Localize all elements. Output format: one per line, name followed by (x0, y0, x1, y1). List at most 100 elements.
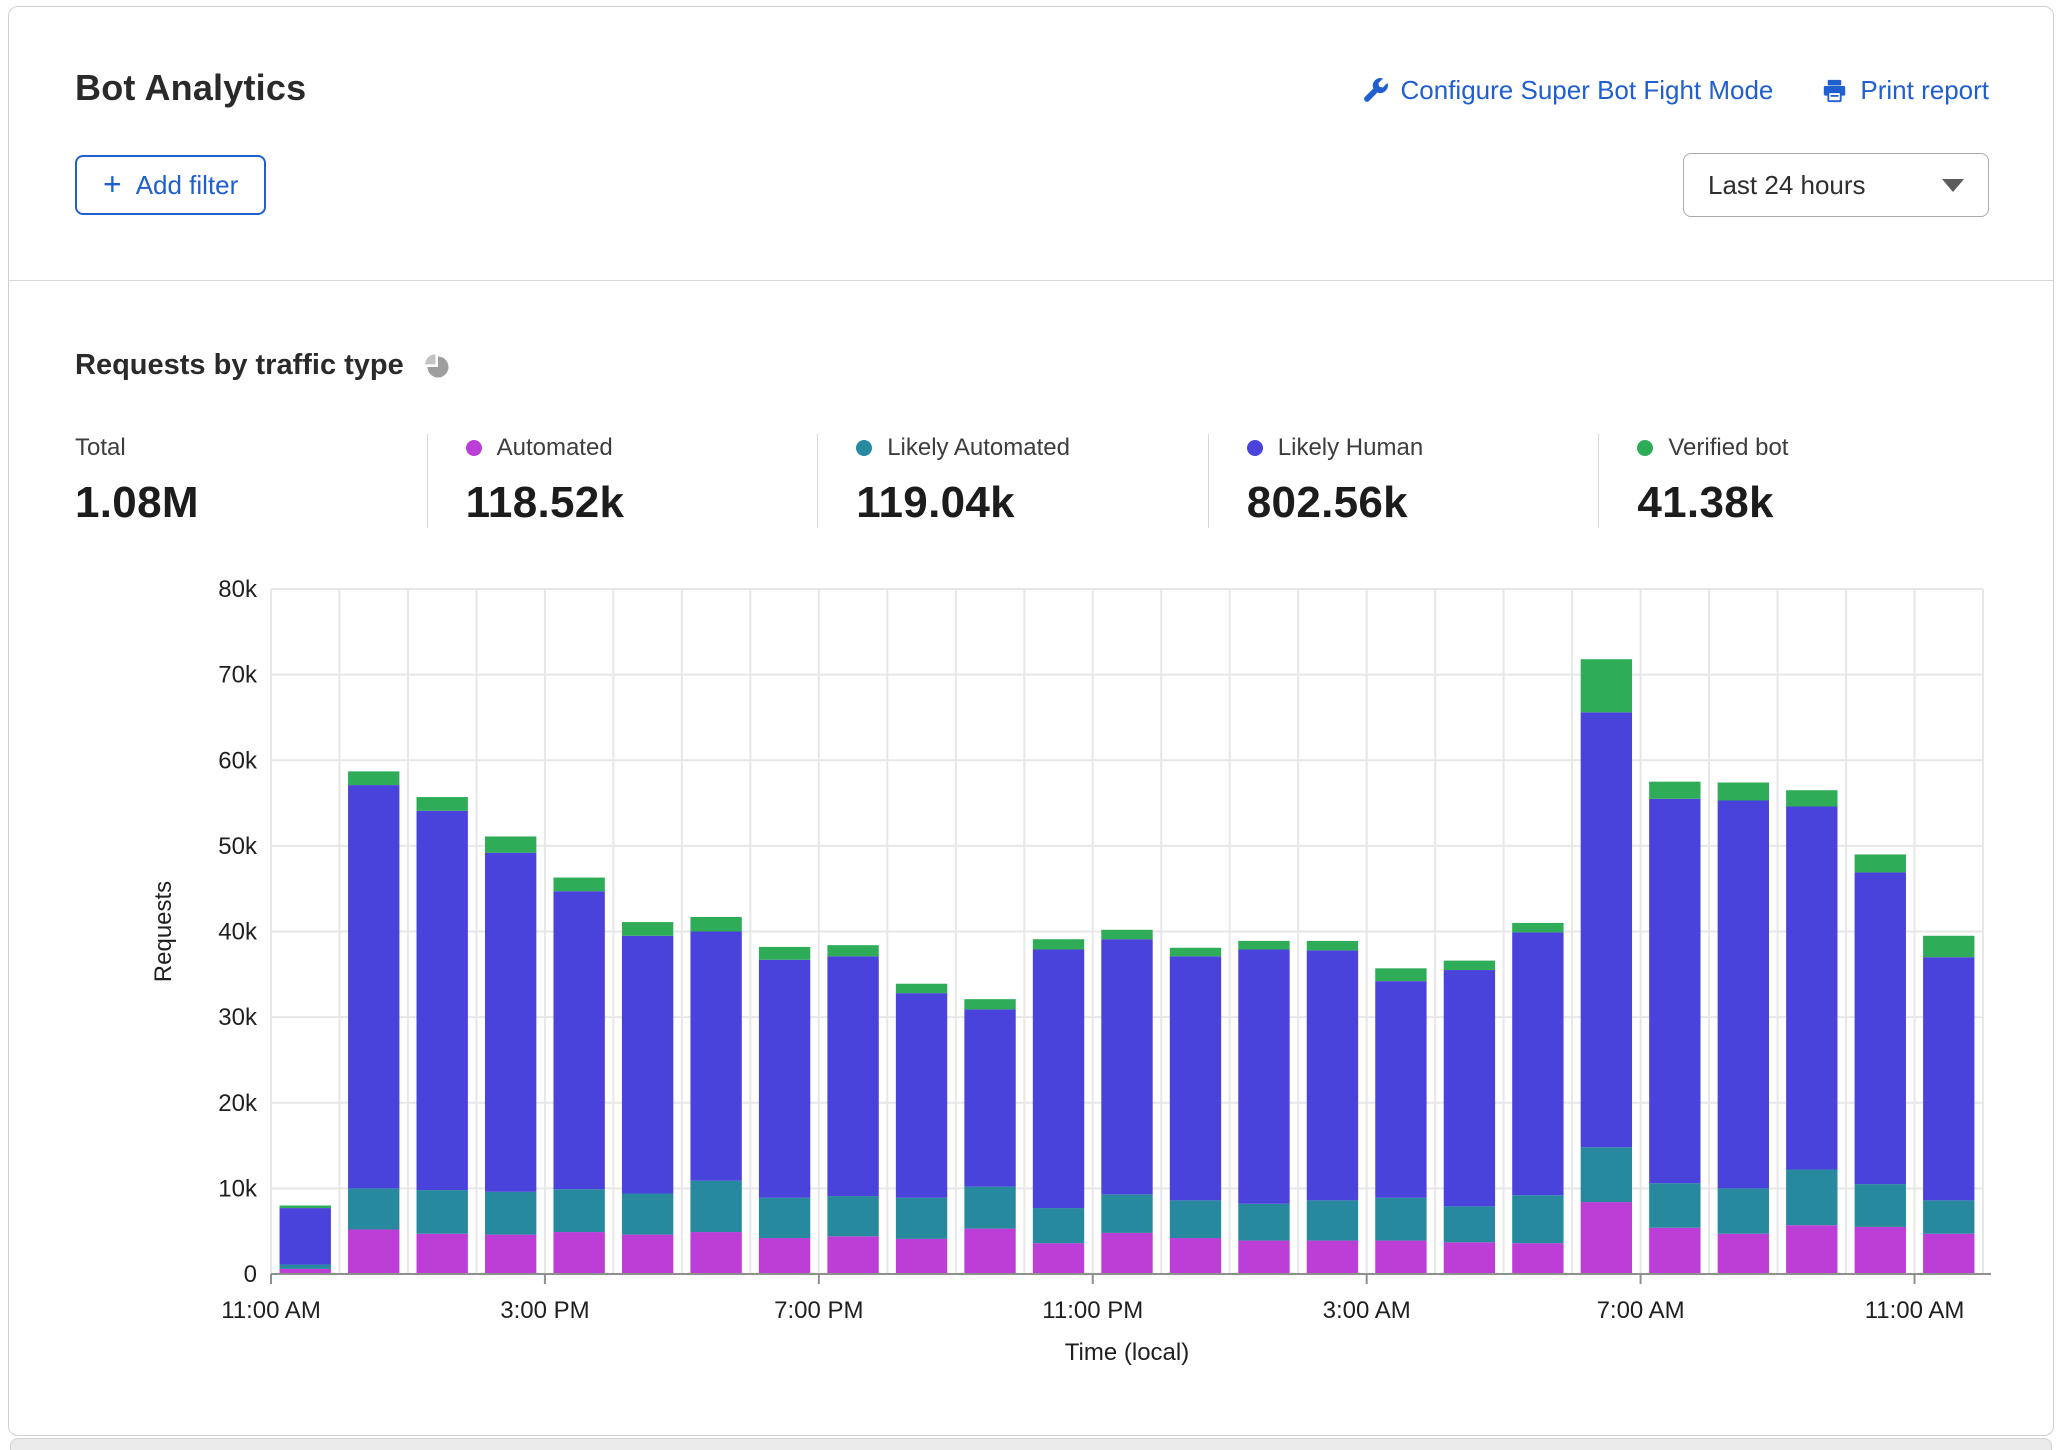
bar-segment-likely-automated[interactable] (895, 1197, 948, 1239)
bar-segment-verified-bot[interactable] (1306, 940, 1359, 951)
bar-segment-automated[interactable] (1854, 1226, 1906, 1274)
bar-segment-automated[interactable] (1786, 1225, 1838, 1274)
bar-segment-likely-human[interactable] (348, 785, 400, 1189)
bar-segment-automated[interactable] (1512, 1243, 1564, 1274)
bar-segment-verified-bot[interactable] (279, 1205, 331, 1209)
stat-label[interactable]: Likely Human (1278, 434, 1423, 462)
bar-segment-likely-human[interactable] (1375, 981, 1427, 1198)
bar-segment-automated[interactable] (827, 1236, 879, 1274)
bar-segment-verified-bot[interactable] (553, 877, 605, 892)
bar-segment-likely-automated[interactable] (485, 1191, 537, 1235)
bar-segment-automated[interactable] (690, 1232, 742, 1274)
bar-segment-likely-automated[interactable] (827, 1196, 879, 1237)
bar-segment-verified-bot[interactable] (1580, 659, 1633, 713)
bar-segment-automated[interactable] (1306, 1240, 1359, 1274)
bar-segment-verified-bot[interactable] (621, 922, 674, 936)
bar-segment-verified-bot[interactable] (758, 946, 811, 960)
bar-segment-verified-bot[interactable] (1717, 782, 1769, 801)
bar-segment-automated[interactable] (621, 1234, 674, 1274)
bar-segment-automated[interactable] (1238, 1240, 1290, 1274)
bar-segment-likely-human[interactable] (1854, 872, 1906, 1185)
bar-segment-automated[interactable] (1032, 1243, 1085, 1274)
bar-segment-likely-automated[interactable] (1375, 1197, 1427, 1241)
bar-segment-likely-automated[interactable] (1238, 1203, 1290, 1241)
bar-segment-likely-human[interactable] (1786, 806, 1838, 1170)
bar-segment-verified-bot[interactable] (1032, 939, 1085, 950)
bar-segment-likely-human[interactable] (485, 852, 537, 1192)
bar-segment-likely-automated[interactable] (621, 1193, 674, 1235)
configure-super-bot-fight-mode-link[interactable]: Configure Super Bot Fight Mode (1362, 75, 1773, 106)
bar-segment-automated[interactable] (553, 1232, 605, 1274)
bar-segment-likely-automated[interactable] (1580, 1147, 1633, 1203)
bar-segment-likely-human[interactable] (1306, 950, 1359, 1201)
bar-segment-likely-automated[interactable] (553, 1189, 605, 1233)
bar-segment-verified-bot[interactable] (895, 983, 948, 994)
bar-segment-likely-human[interactable] (1512, 932, 1564, 1196)
bar-segment-verified-bot[interactable] (348, 771, 400, 786)
bar-segment-likely-human[interactable] (964, 1009, 1016, 1187)
bar-segment-likely-human[interactable] (416, 810, 468, 1191)
bar-segment-likely-human[interactable] (1169, 956, 1222, 1201)
bar-segment-likely-human[interactable] (895, 993, 948, 1198)
bar-segment-likely-human[interactable] (1238, 949, 1290, 1204)
bar-segment-likely-automated[interactable] (1443, 1206, 1496, 1243)
bar-segment-verified-bot[interactable] (1854, 854, 1906, 873)
bar-segment-likely-human[interactable] (1101, 939, 1153, 1195)
bar-segment-automated[interactable] (348, 1229, 400, 1274)
bar-segment-likely-human[interactable] (621, 935, 674, 1194)
stat-label[interactable]: Automated (497, 434, 613, 462)
bar-segment-automated[interactable] (1580, 1202, 1633, 1274)
add-filter-button[interactable]: + Add filter (75, 155, 267, 215)
bar-segment-automated[interactable] (1717, 1233, 1769, 1274)
bar-segment-likely-human[interactable] (758, 959, 811, 1198)
bar-segment-verified-bot[interactable] (416, 797, 468, 811)
bar-segment-verified-bot[interactable] (1649, 781, 1701, 799)
bar-segment-likely-human[interactable] (1443, 970, 1496, 1207)
bar-segment-likely-automated[interactable] (1923, 1200, 1975, 1234)
bar-segment-likely-automated[interactable] (1786, 1169, 1838, 1226)
bar-segment-verified-bot[interactable] (1786, 790, 1838, 807)
bar-segment-automated[interactable] (1375, 1240, 1427, 1274)
bar-segment-likely-automated[interactable] (416, 1190, 468, 1234)
bar-segment-likely-automated[interactable] (1101, 1194, 1153, 1233)
bar-segment-verified-bot[interactable] (1512, 922, 1564, 933)
time-range-select[interactable]: Last 24 hours (1683, 153, 1989, 217)
bar-segment-likely-human[interactable] (1649, 798, 1701, 1184)
bar-segment-likely-automated[interactable] (964, 1186, 1016, 1229)
bar-segment-automated[interactable] (1443, 1242, 1496, 1274)
bar-segment-likely-automated[interactable] (1169, 1200, 1222, 1239)
bar-segment-verified-bot[interactable] (964, 999, 1016, 1010)
bar-segment-likely-automated[interactable] (1649, 1183, 1701, 1228)
bar-segment-likely-automated[interactable] (1717, 1188, 1769, 1234)
bar-segment-likely-human[interactable] (553, 891, 605, 1190)
bar-segment-likely-human[interactable] (279, 1208, 331, 1265)
bar-segment-verified-bot[interactable] (1101, 929, 1153, 940)
stat-label[interactable]: Likely Automated (887, 434, 1070, 462)
bar-segment-verified-bot[interactable] (485, 836, 537, 853)
bar-segment-automated[interactable] (758, 1238, 811, 1274)
bar-segment-verified-bot[interactable] (1443, 960, 1496, 971)
bar-segment-likely-human[interactable] (1923, 957, 1975, 1201)
bar-segment-likely-human[interactable] (1580, 712, 1633, 1148)
bar-segment-likely-human[interactable] (1032, 949, 1085, 1209)
bar-segment-likely-human[interactable] (1717, 800, 1769, 1189)
bar-segment-likely-automated[interactable] (690, 1180, 742, 1233)
bar-segment-automated[interactable] (1169, 1238, 1222, 1274)
bar-segment-automated[interactable] (485, 1234, 537, 1274)
bar-segment-likely-automated[interactable] (758, 1197, 811, 1239)
bar-segment-automated[interactable] (1649, 1227, 1701, 1274)
bar-segment-automated[interactable] (416, 1233, 468, 1274)
bar-segment-likely-automated[interactable] (1854, 1184, 1906, 1227)
bar-segment-likely-automated[interactable] (279, 1264, 331, 1269)
bar-segment-likely-automated[interactable] (1306, 1200, 1359, 1241)
bar-segment-automated[interactable] (1101, 1232, 1153, 1274)
bar-segment-likely-automated[interactable] (1512, 1195, 1564, 1244)
bar-segment-verified-bot[interactable] (827, 945, 879, 957)
bar-segment-likely-human[interactable] (827, 956, 879, 1197)
bar-segment-automated[interactable] (964, 1228, 1016, 1274)
bar-segment-verified-bot[interactable] (1169, 947, 1222, 957)
bar-segment-verified-bot[interactable] (1923, 935, 1975, 958)
bar-segment-verified-bot[interactable] (690, 916, 742, 932)
bar-segment-verified-bot[interactable] (1375, 968, 1427, 982)
bar-segment-likely-automated[interactable] (348, 1188, 400, 1230)
